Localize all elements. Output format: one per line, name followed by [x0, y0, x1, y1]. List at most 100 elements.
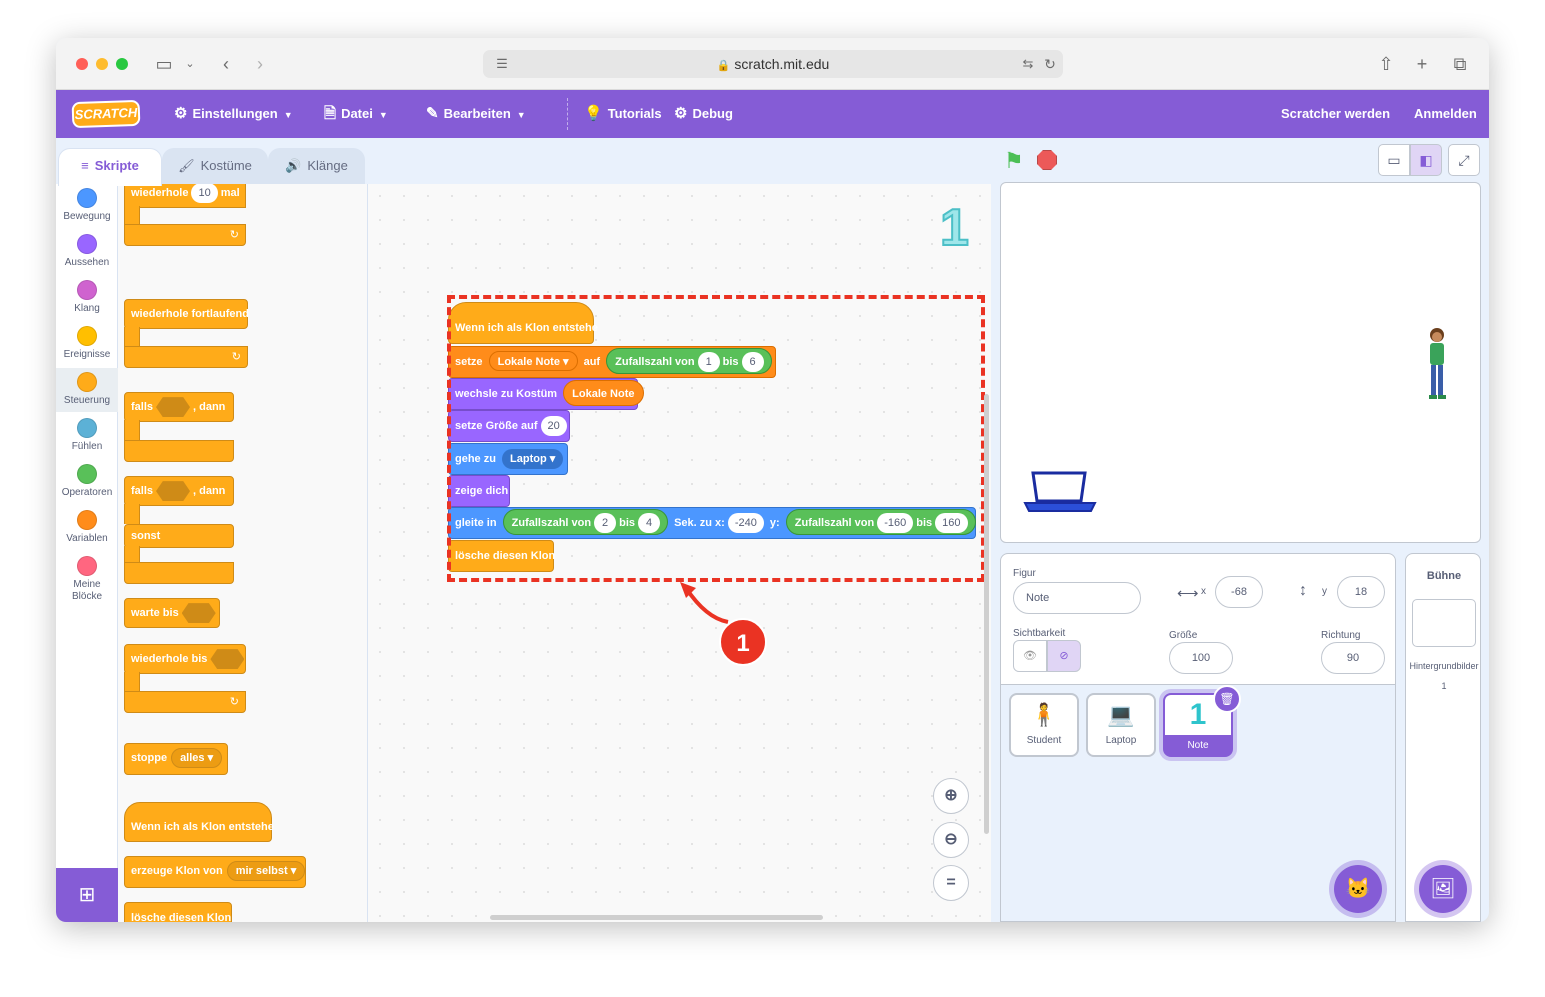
stop-dropdown[interactable]: alles ▾ — [171, 748, 223, 768]
join-scratch-link[interactable]: Scratcher werden — [1281, 90, 1390, 138]
category-variables[interactable]: Variablen — [56, 510, 118, 544]
stop-button[interactable] — [1037, 150, 1057, 170]
laptop-sprite[interactable] — [1023, 471, 1097, 515]
scratch-menubar: SCRATCH ⚙ Einstellungen ▼ 🗎 Datei ▼ ✎ Bearbei… — [56, 90, 1489, 138]
palette-create-clone-block[interactable]: erzeuge Klon von mir selbst ▾ — [124, 856, 306, 888]
sidebar-toggle-icon[interactable]: ▭ — [152, 52, 176, 76]
palette-forever-block[interactable]: wiederhole fortlaufend — [124, 299, 249, 329]
block-text: mir selbst — [235, 865, 288, 877]
palette-if-else-block[interactable]: falls , dann — [124, 476, 234, 506]
choose-backdrop-button[interactable]: 🖼 — [1419, 865, 1467, 913]
tutorials-button[interactable]: 💡 Tutorials — [584, 90, 662, 138]
scratch-logo[interactable]: SCRATCH — [71, 99, 141, 129]
category-label: Klang — [74, 303, 100, 314]
category-label: Ereignisse — [63, 349, 111, 360]
sprite-tile-laptop[interactable]: 💻 Laptop — [1086, 693, 1156, 757]
c-block-arm — [124, 672, 140, 692]
url-text: scratch.mit.edu — [734, 56, 830, 72]
category-events[interactable]: Ereignisse — [56, 326, 118, 360]
tab-sounds-label: Klänge — [307, 158, 348, 173]
share-icon[interactable]: ⇧ — [1374, 52, 1398, 76]
green-flag-button[interactable]: ⚑ — [1004, 148, 1024, 174]
x-position-input[interactable]: -68 — [1215, 576, 1263, 608]
tab-code[interactable]: ≡ Skripte — [58, 148, 162, 186]
show-sprite-button[interactable]: 👁 — [1013, 640, 1047, 672]
block-text: falls — [131, 485, 154, 497]
choose-sprite-button[interactable]: 🐱 — [1334, 865, 1382, 913]
student-sprite[interactable] — [1419, 325, 1455, 401]
normal-stage-button[interactable]: ◧ — [1410, 144, 1442, 176]
category-my-blocks[interactable]: Meine Blöcke — [56, 556, 118, 603]
maximize-window-button[interactable] — [116, 58, 128, 70]
back-icon[interactable]: ‹ — [214, 52, 238, 76]
category-dot — [77, 234, 97, 254]
translate-icon[interactable]: ⇆ — [1018, 52, 1038, 76]
zoom-reset-button[interactable]: = — [933, 865, 969, 901]
workspace-h-scrollbar[interactable] — [490, 915, 823, 920]
reload-icon[interactable]: ↻ — [1040, 52, 1060, 76]
minimize-window-button[interactable] — [96, 58, 108, 70]
category-operators[interactable]: Operatoren — [56, 464, 118, 498]
sign-in-link[interactable]: Anmelden — [1414, 90, 1477, 138]
settings-label: Einstellungen — [192, 106, 278, 121]
palette-wait-until-block[interactable]: warte bis — [124, 598, 220, 628]
small-stage-button[interactable]: ▭ — [1378, 144, 1410, 176]
block-text: wiederhole fortlaufend — [131, 308, 249, 320]
category-dot — [77, 464, 97, 484]
palette-delete-clone-block[interactable]: lösche diesen Klon — [124, 902, 232, 922]
palette-repeat-until-block[interactable]: wiederhole bis — [124, 644, 246, 674]
tab-costumes-label: Kostüme — [200, 158, 252, 173]
block-text: wiederhole — [131, 187, 189, 199]
block-input[interactable]: 10 — [191, 184, 218, 203]
sprite-name-input[interactable]: Note — [1013, 582, 1141, 614]
stage-canvas[interactable] — [1000, 182, 1481, 543]
lightbulb-icon: 💡 — [584, 105, 603, 122]
close-window-button[interactable] — [76, 58, 88, 70]
tab-costumes[interactable]: 🖌 Kostüme — [162, 148, 268, 184]
zoom-in-button[interactable]: ⊕ — [933, 778, 969, 814]
delete-sprite-icon[interactable]: 🗑 — [1213, 685, 1241, 713]
debug-button[interactable]: ⚙ Debug — [674, 90, 733, 138]
caret-down-icon: ▼ — [516, 110, 526, 120]
palette-if-block[interactable]: falls , dann — [124, 392, 234, 422]
fullscreen-button[interactable]: ⤢ — [1448, 144, 1480, 176]
block-text: stoppe — [131, 752, 168, 764]
tab-sounds[interactable]: 🔊 Klänge — [268, 148, 365, 184]
bug-icon: ⚙ — [674, 105, 688, 122]
zoom-out-button[interactable]: ⊖ — [933, 822, 969, 858]
forward-icon[interactable]: › — [248, 52, 272, 76]
sprite-tile-student[interactable]: 🧍 Student — [1009, 693, 1079, 757]
block-text: warte bis — [131, 607, 179, 619]
edit-menu[interactable]: ✎ Bearbeiten ▼ — [426, 90, 526, 138]
category-motion[interactable]: Bewegung — [56, 188, 118, 222]
hide-sprite-button[interactable]: ⊘ — [1047, 640, 1081, 672]
settings-menu[interactable]: ⚙ Einstellungen ▼ — [174, 90, 293, 138]
category-looks[interactable]: Aussehen — [56, 234, 118, 268]
direction-input[interactable]: 90 — [1321, 642, 1385, 674]
workspace-v-scrollbar[interactable] — [984, 394, 989, 834]
y-position-input[interactable]: 18 — [1337, 576, 1385, 608]
sprite-info-panel: Figur Note ⟷ x -68 ↕ y 18 Sichtbarkeit 👁… — [1000, 553, 1396, 685]
palette-stop-block[interactable]: stoppe alles ▾ — [124, 743, 228, 775]
category-sound[interactable]: Klang — [56, 280, 118, 314]
boolean-slot — [210, 649, 245, 670]
category-control[interactable]: Steuerung — [56, 368, 118, 412]
new-tab-icon[interactable]: + — [1410, 52, 1434, 76]
speaker-icon: 🔊 — [285, 158, 302, 173]
palette-clone-hat-block[interactable]: Wenn ich als Klon entstehe — [124, 802, 274, 842]
address-bar[interactable]: 🔒 scratch.mit.edu — [483, 50, 1063, 78]
visibility-label: Sichtbarkeit — [1013, 628, 1066, 639]
sprite-tile-label: Student — [1026, 735, 1062, 746]
chevron-down-icon[interactable]: ⌄ — [182, 52, 198, 76]
palette-repeat-block[interactable]: wiederhole 10 mal — [124, 184, 246, 208]
block-palette: wiederhole 10 mal ↻ wiederhole fortlaufend… — [118, 184, 368, 922]
size-input[interactable]: 100 — [1169, 642, 1233, 674]
category-label: Steuerung — [63, 395, 111, 406]
file-menu[interactable]: 🗎 Datei ▼ — [324, 90, 388, 138]
block-text: alles — [180, 752, 205, 764]
add-extension-button[interactable]: ⊞ — [56, 868, 118, 922]
clone-target-dropdown[interactable]: mir selbst ▾ — [226, 861, 306, 881]
category-sensing[interactable]: Fühlen — [56, 418, 118, 452]
tab-overview-icon[interactable]: ⧉ — [1448, 52, 1472, 76]
stage-panel-title: Bühne — [1426, 570, 1462, 582]
